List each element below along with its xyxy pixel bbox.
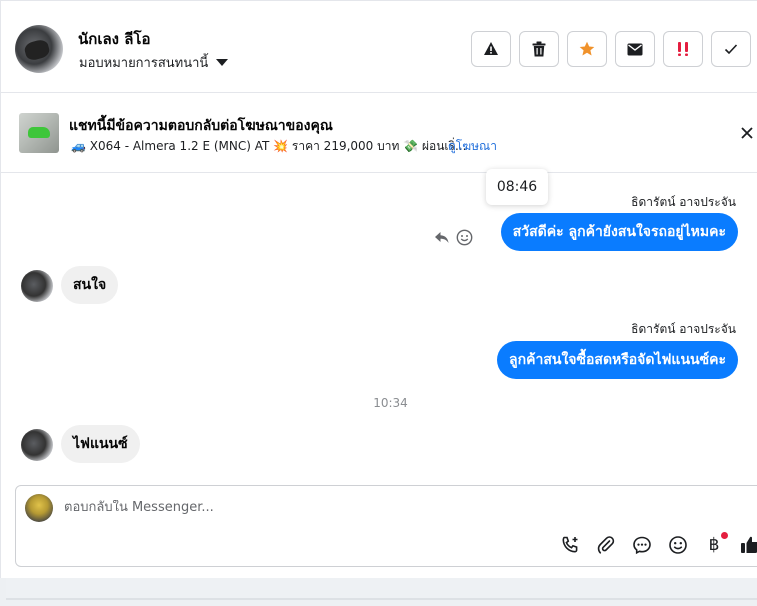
mail-icon	[627, 43, 643, 55]
like-button[interactable]	[738, 533, 757, 557]
message-bubble-incoming[interactable]: สนใจ	[61, 266, 119, 304]
page-avatar	[25, 494, 53, 522]
contact-avatar[interactable]	[15, 25, 63, 73]
saved-replies-button[interactable]	[630, 533, 654, 557]
mark-done-button[interactable]	[711, 31, 751, 67]
baht-icon: ฿	[708, 535, 720, 555]
contact-avatar-small	[21, 270, 53, 302]
conversation-header: นักเลง ลีโอ มอบหมายการสนทนานี้	[1, 1, 757, 93]
timestamp-divider: 10:34	[1, 396, 757, 410]
spam-icon	[678, 42, 688, 56]
thumbs-up-icon	[741, 536, 757, 553]
reply-icon[interactable]	[434, 231, 450, 245]
notification-dot	[721, 532, 728, 539]
payment-button[interactable]: ฿	[702, 532, 728, 557]
message-actions	[434, 229, 473, 246]
chat-bubble-icon	[633, 536, 651, 555]
bottom-bar-inner	[6, 578, 757, 600]
message-composer: ฿	[15, 485, 757, 567]
reply-input[interactable]	[64, 500, 564, 515]
contact-avatar-small	[21, 429, 53, 461]
ad-banner-description: 🚙 X064 - Almera 1.2 E (MNC) AT 💥 ราคา 21…	[71, 139, 467, 153]
sender-name: ธิดารัตน์ อาจประจัน	[631, 195, 736, 209]
react-emoji-icon[interactable]	[456, 229, 473, 246]
message-bubble-outgoing[interactable]: สวัสดีค่ะ ลูกค้ายังสนใจรถอยู่ไหมคะ	[500, 213, 738, 251]
ad-thumbnail[interactable]	[19, 113, 59, 153]
attach-button[interactable]	[594, 533, 618, 557]
page-bottom-bar	[0, 578, 757, 606]
ad-banner-title: แชทนี้มีข้อความตอบกลับต่อโฆษณาของคุณ	[69, 118, 333, 134]
phone-add-icon	[562, 536, 578, 553]
emoji-icon	[669, 536, 687, 554]
message-time-tooltip: 08:46	[486, 169, 548, 205]
sender-name: ธิดารัตน์ อาจประจัน	[631, 322, 736, 336]
view-ad-link[interactable]: ดูโฆษณา	[448, 137, 497, 156]
report-button[interactable]	[471, 31, 511, 67]
emoji-button[interactable]	[666, 533, 690, 557]
ad-reply-banner: แชทนี้มีข้อความตอบกลับต่อโฆษณาของคุณ 🚙 X…	[1, 93, 757, 173]
paperclip-icon	[597, 536, 615, 554]
call-button[interactable]	[558, 533, 582, 557]
contact-name[interactable]: นักเลง ลีโอ	[78, 27, 150, 51]
delete-button[interactable]	[519, 31, 559, 67]
star-icon	[579, 41, 595, 56]
timestamp-text: 10:34	[373, 396, 408, 410]
assign-conversation-dropdown[interactable]: มอบหมายการสนทนานี้	[79, 52, 229, 73]
check-icon	[724, 44, 738, 55]
header-actions	[471, 31, 751, 67]
warning-icon	[484, 42, 498, 55]
trash-icon	[532, 41, 546, 57]
star-button[interactable]	[567, 31, 607, 67]
message-bubble-outgoing[interactable]: ลูกค้าสนใจซื้อสดหรือจัดไฟแนนซ์คะ	[497, 341, 738, 379]
mark-unread-button[interactable]	[615, 31, 655, 67]
mark-spam-button[interactable]	[663, 31, 703, 67]
composer-toolbar: ฿	[558, 532, 757, 557]
assign-label: มอบหมายการสนทนานี้	[79, 56, 209, 71]
close-icon[interactable]	[739, 125, 755, 141]
message-bubble-incoming[interactable]: ไฟแนนซ์	[61, 425, 140, 463]
inbox-conversation-panel: นักเลง ลีโอ มอบหมายการสนทนานี้ แชทนี้มีข…	[0, 0, 757, 580]
caret-down-icon	[216, 59, 229, 66]
